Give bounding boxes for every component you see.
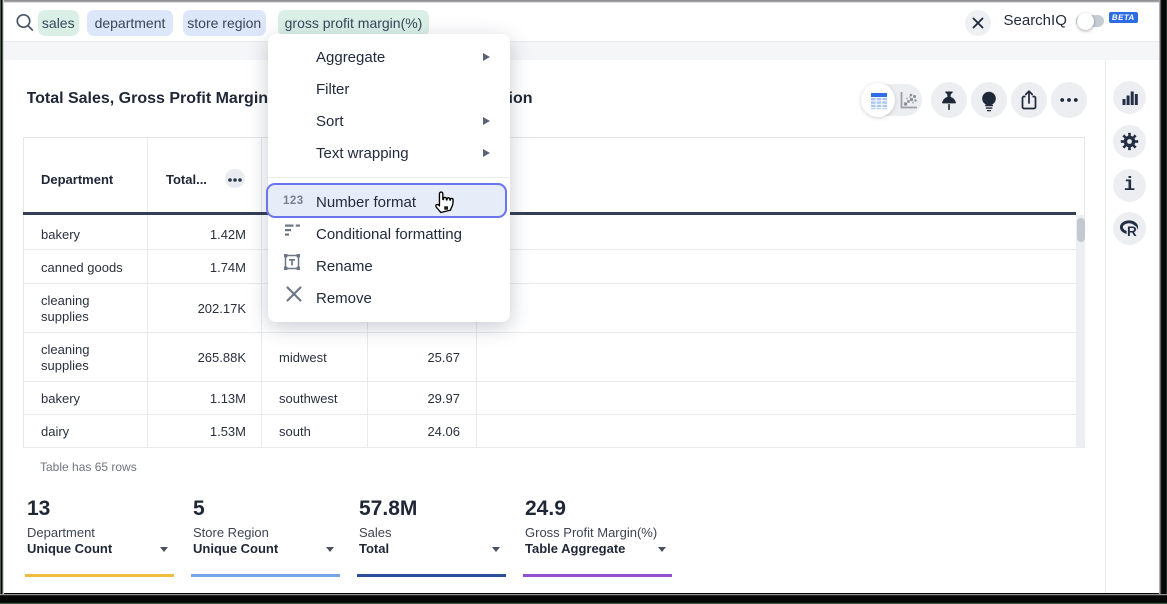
svg-text:R: R xyxy=(1127,224,1137,239)
